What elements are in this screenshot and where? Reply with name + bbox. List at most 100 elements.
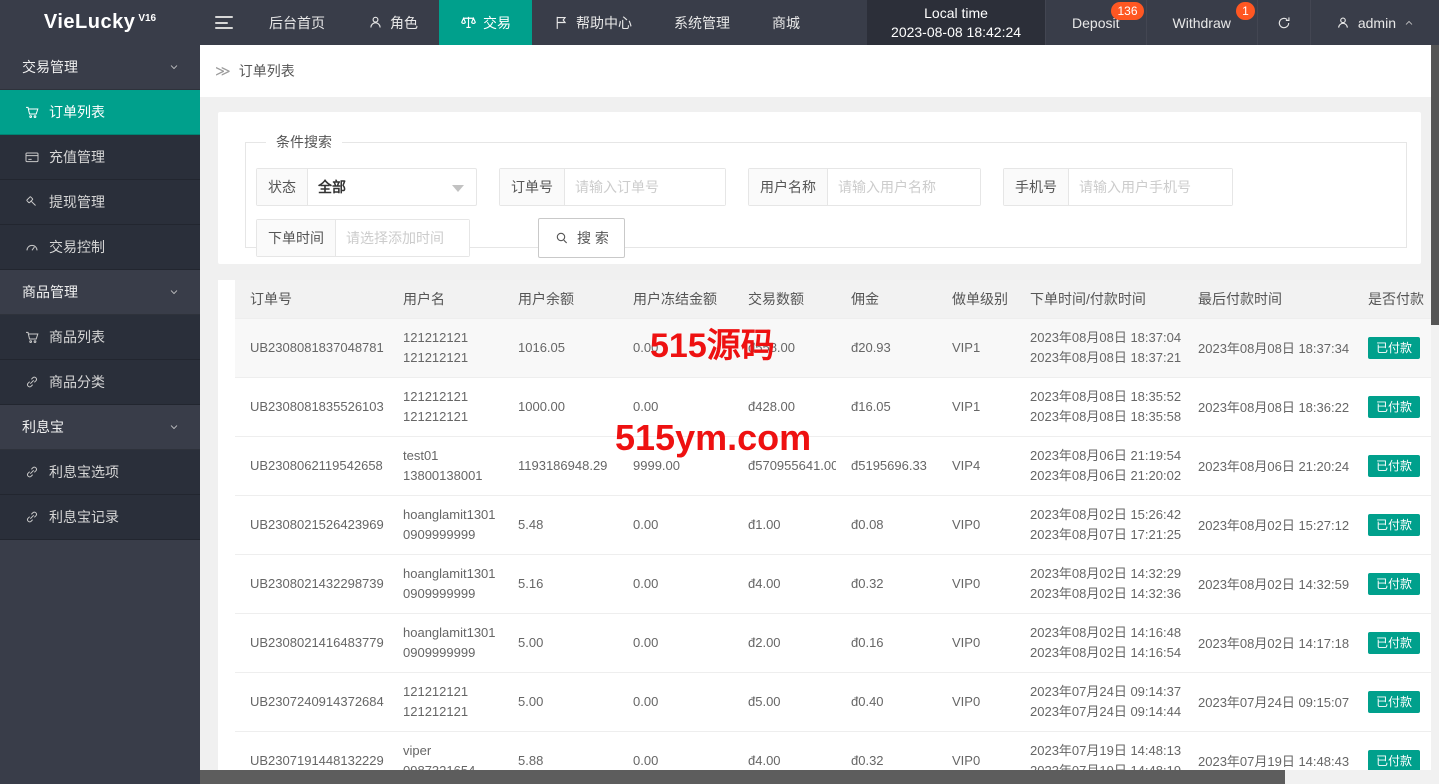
paid-status-badge: 已付款	[1368, 513, 1421, 536]
sidebar-collapse-button[interactable]	[200, 0, 248, 45]
vertical-scrollbar-thumb[interactable]	[1431, 45, 1439, 325]
nav-item-trade[interactable]: 交易	[439, 0, 532, 45]
chevron-down-icon	[170, 65, 178, 70]
username-filter-group: 用户名称	[748, 168, 981, 206]
cell-line: 2023年07月19日 14:48:13	[1030, 742, 1182, 758]
nav-item-label: 后台首页	[269, 14, 325, 31]
search-panel: 条件搜索 状态 全部 订单号 用户名称 手	[218, 112, 1421, 264]
sidebar-item-withdraw-management[interactable]: 提现管理	[0, 180, 200, 225]
nav-item-label: 商城	[772, 14, 800, 31]
cell-order-pay-time: 2023年08月02日 14:32:29 2023年08月02日 14:32:36	[1015, 553, 1183, 613]
cell-order-pay-time: 2023年08月08日 18:37:04 2023年08月08日 18:37:21	[1015, 317, 1183, 377]
phone-input[interactable]	[1069, 169, 1232, 205]
sidebar-group-label: 商品管理	[22, 284, 78, 300]
breadcrumb-current: 订单列表	[238, 63, 295, 79]
cell-line: 0909999999	[403, 644, 476, 660]
table-row: UB2307240914372684 121212121 121212121 5.00…	[235, 671, 1439, 731]
cell-line: 2023年08月08日 18:37:04	[1030, 329, 1182, 345]
sidebar-item-interest-records[interactable]: 利息宝记录	[0, 495, 200, 540]
nav-item-label: 帮助中心	[576, 14, 632, 31]
nav-item-label: 系统管理	[674, 14, 730, 31]
sidebar-item-recharge-management[interactable]: 充值管理	[0, 135, 200, 180]
deposit-count-badge: 136	[1111, 2, 1144, 20]
cell-commission: đ0.32	[836, 553, 937, 613]
cell-order-no: UB2308021416483779	[235, 612, 388, 672]
cell-frozen: 9999.00	[618, 435, 733, 495]
nav-item-system[interactable]: 系统管理	[653, 0, 751, 45]
sidebar-item-order-list[interactable]: 订单列表	[0, 90, 200, 135]
cell-line: 13800138001	[403, 467, 483, 483]
cell-username: hoanglamit1301 0909999999	[388, 612, 503, 672]
cell-frozen: 0.00	[618, 671, 733, 731]
sidebar-group-interest-treasure[interactable]: 利息宝	[0, 405, 200, 450]
cell-order-pay-time: 2023年07月24日 09:14:37 2023年07月24日 09:14:44	[1015, 671, 1183, 731]
sidebar-item-interest-options[interactable]: 利息宝选项	[0, 450, 200, 495]
order-time-input[interactable]	[336, 220, 469, 256]
cell-balance: 1193186948.29	[503, 435, 618, 495]
nav-item-roles[interactable]: 角色	[346, 0, 439, 45]
phone-filter-group: 手机号	[1003, 168, 1233, 206]
paid-status-badge: 已付款	[1368, 749, 1421, 772]
sidebar-item-label: 提现管理	[49, 194, 105, 210]
column-header: 最后付款时间	[1183, 280, 1353, 318]
search-row-1: 状态 全部 订单号 用户名称 手机号	[256, 168, 1406, 206]
column-header: 是否付款	[1353, 280, 1439, 318]
refresh-button[interactable]	[1256, 0, 1310, 45]
chevron-down-icon	[170, 290, 178, 295]
sidebar: 交易管理 订单列表 充值管理 提现管理 交易控制 商品管理 商品列表 商品分类 …	[0, 45, 200, 784]
username-label: 用户名称	[749, 169, 828, 205]
cell-amount: đ570955641.00	[733, 435, 836, 495]
order-time-filter-group: 下单时间	[256, 219, 470, 257]
cell-balance: 5.00	[503, 612, 618, 672]
cell-line: 2023年08月07日 17:21:25	[1030, 526, 1182, 542]
sidebar-item-label: 利息宝选项	[49, 464, 119, 480]
cell-balance: 5.48	[503, 494, 618, 554]
cell-status: 已付款	[1353, 494, 1439, 554]
nav-item-dashboard[interactable]: 后台首页	[248, 0, 346, 45]
sidebar-item-trade-control[interactable]: 交易控制	[0, 225, 200, 270]
cell-commission: đ5195696.33	[836, 435, 937, 495]
order-no-input[interactable]	[565, 169, 725, 205]
order-table-body: UB2308081837048781 121212121 121212121 1016…	[235, 317, 1439, 784]
horizontal-scrollbar[interactable]	[200, 770, 1439, 784]
cell-line: 2023年08月02日 14:16:48	[1030, 624, 1182, 640]
status-selected-value: 全部	[318, 179, 346, 195]
column-header: 订单号	[235, 280, 388, 318]
nav-item-help-center[interactable]: 帮助中心	[532, 0, 653, 45]
horizontal-scrollbar-thumb[interactable]	[200, 770, 1285, 784]
admin-menu[interactable]: admin	[1309, 0, 1439, 45]
link-icon	[27, 376, 37, 388]
deposit-button[interactable]: Deposit 136	[1045, 0, 1145, 45]
phone-label: 手机号	[1004, 169, 1069, 205]
gauge-icon	[26, 244, 38, 251]
cart-icon	[26, 331, 39, 344]
withdraw-button[interactable]: Withdraw 1	[1145, 0, 1257, 45]
username-input[interactable]	[828, 169, 980, 205]
nav-item-label: 交易	[483, 14, 511, 31]
paid-status-badge: 已付款	[1368, 454, 1421, 477]
card-icon	[25, 152, 39, 163]
sidebar-item-label: 商品分类	[49, 374, 105, 390]
nav-item-mall[interactable]: 商城	[751, 0, 821, 45]
sidebar-group-product-management[interactable]: 商品管理	[0, 270, 200, 315]
table-row: UB2308081837048781 121212121 121212121 1016…	[235, 317, 1439, 377]
cell-line: 0909999999	[403, 526, 476, 542]
cell-balance: 1000.00	[503, 376, 618, 436]
cell-status: 已付款	[1353, 376, 1439, 436]
vertical-scrollbar[interactable]	[1431, 45, 1439, 770]
cell-amount: đ4.00	[733, 553, 836, 613]
sidebar-item-product-list[interactable]: 商品列表	[0, 315, 200, 360]
cell-last-pay-time: 2023年08月08日 18:36:22	[1183, 376, 1353, 436]
sidebar-item-product-category[interactable]: 商品分类	[0, 360, 200, 405]
sidebar-item-label: 订单列表	[49, 104, 105, 120]
search-button[interactable]: 搜 索	[538, 218, 625, 258]
cell-line: 2023年08月08日 18:37:21	[1030, 349, 1182, 365]
local-time-value: 2023-08-08 18:42:24	[891, 23, 1022, 40]
user-icon	[370, 16, 381, 28]
sidebar-group-label: 交易管理	[22, 59, 78, 75]
status-select[interactable]: 全部	[308, 169, 476, 205]
sidebar-item-label: 交易控制	[49, 239, 105, 255]
sidebar-group-trade-management[interactable]: 交易管理	[0, 45, 200, 90]
cell-line: test01	[403, 447, 439, 463]
scales-icon	[461, 16, 476, 29]
